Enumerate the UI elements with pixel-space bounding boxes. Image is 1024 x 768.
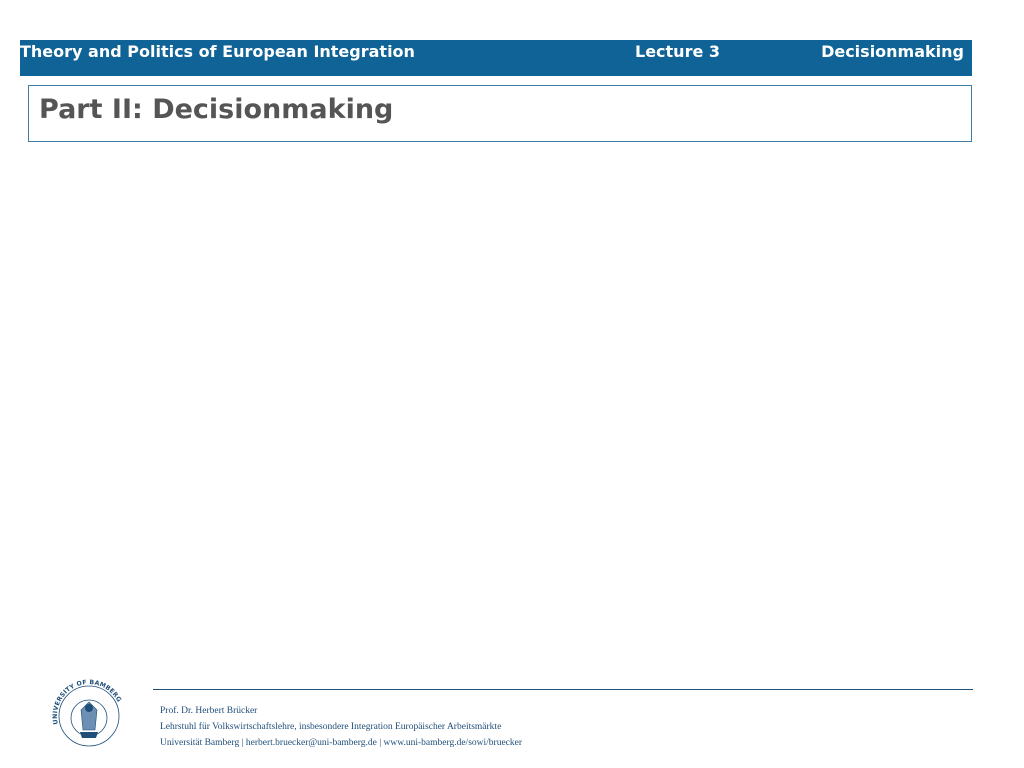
footer-contact-block: Prof. Dr. Herbert Brücker Lehrstuhl für … bbox=[160, 703, 522, 751]
slide-title-box: Part II: Decisionmaking bbox=[28, 85, 972, 142]
slide-title: Part II: Decisionmaking bbox=[39, 94, 394, 125]
header-bar: Theory and Politics of European Integrat… bbox=[20, 40, 972, 76]
lecture-topic: Decisionmaking bbox=[821, 42, 964, 61]
footer-contact: Universität Bamberg | herbert.bruecker@u… bbox=[160, 738, 523, 748]
footer-name: Prof. Dr. Herbert Brücker bbox=[160, 706, 258, 716]
university-seal-logo: UNIVERSITY OF BAMBERG bbox=[52, 679, 122, 747]
footer-chair: Lehrstuhl für Volkswirtschaftslehre, ins… bbox=[160, 722, 502, 732]
footer-divider bbox=[153, 689, 973, 690]
lecture-number: Lecture 3 bbox=[635, 42, 721, 61]
course-title: Theory and Politics of European Integrat… bbox=[20, 42, 415, 61]
